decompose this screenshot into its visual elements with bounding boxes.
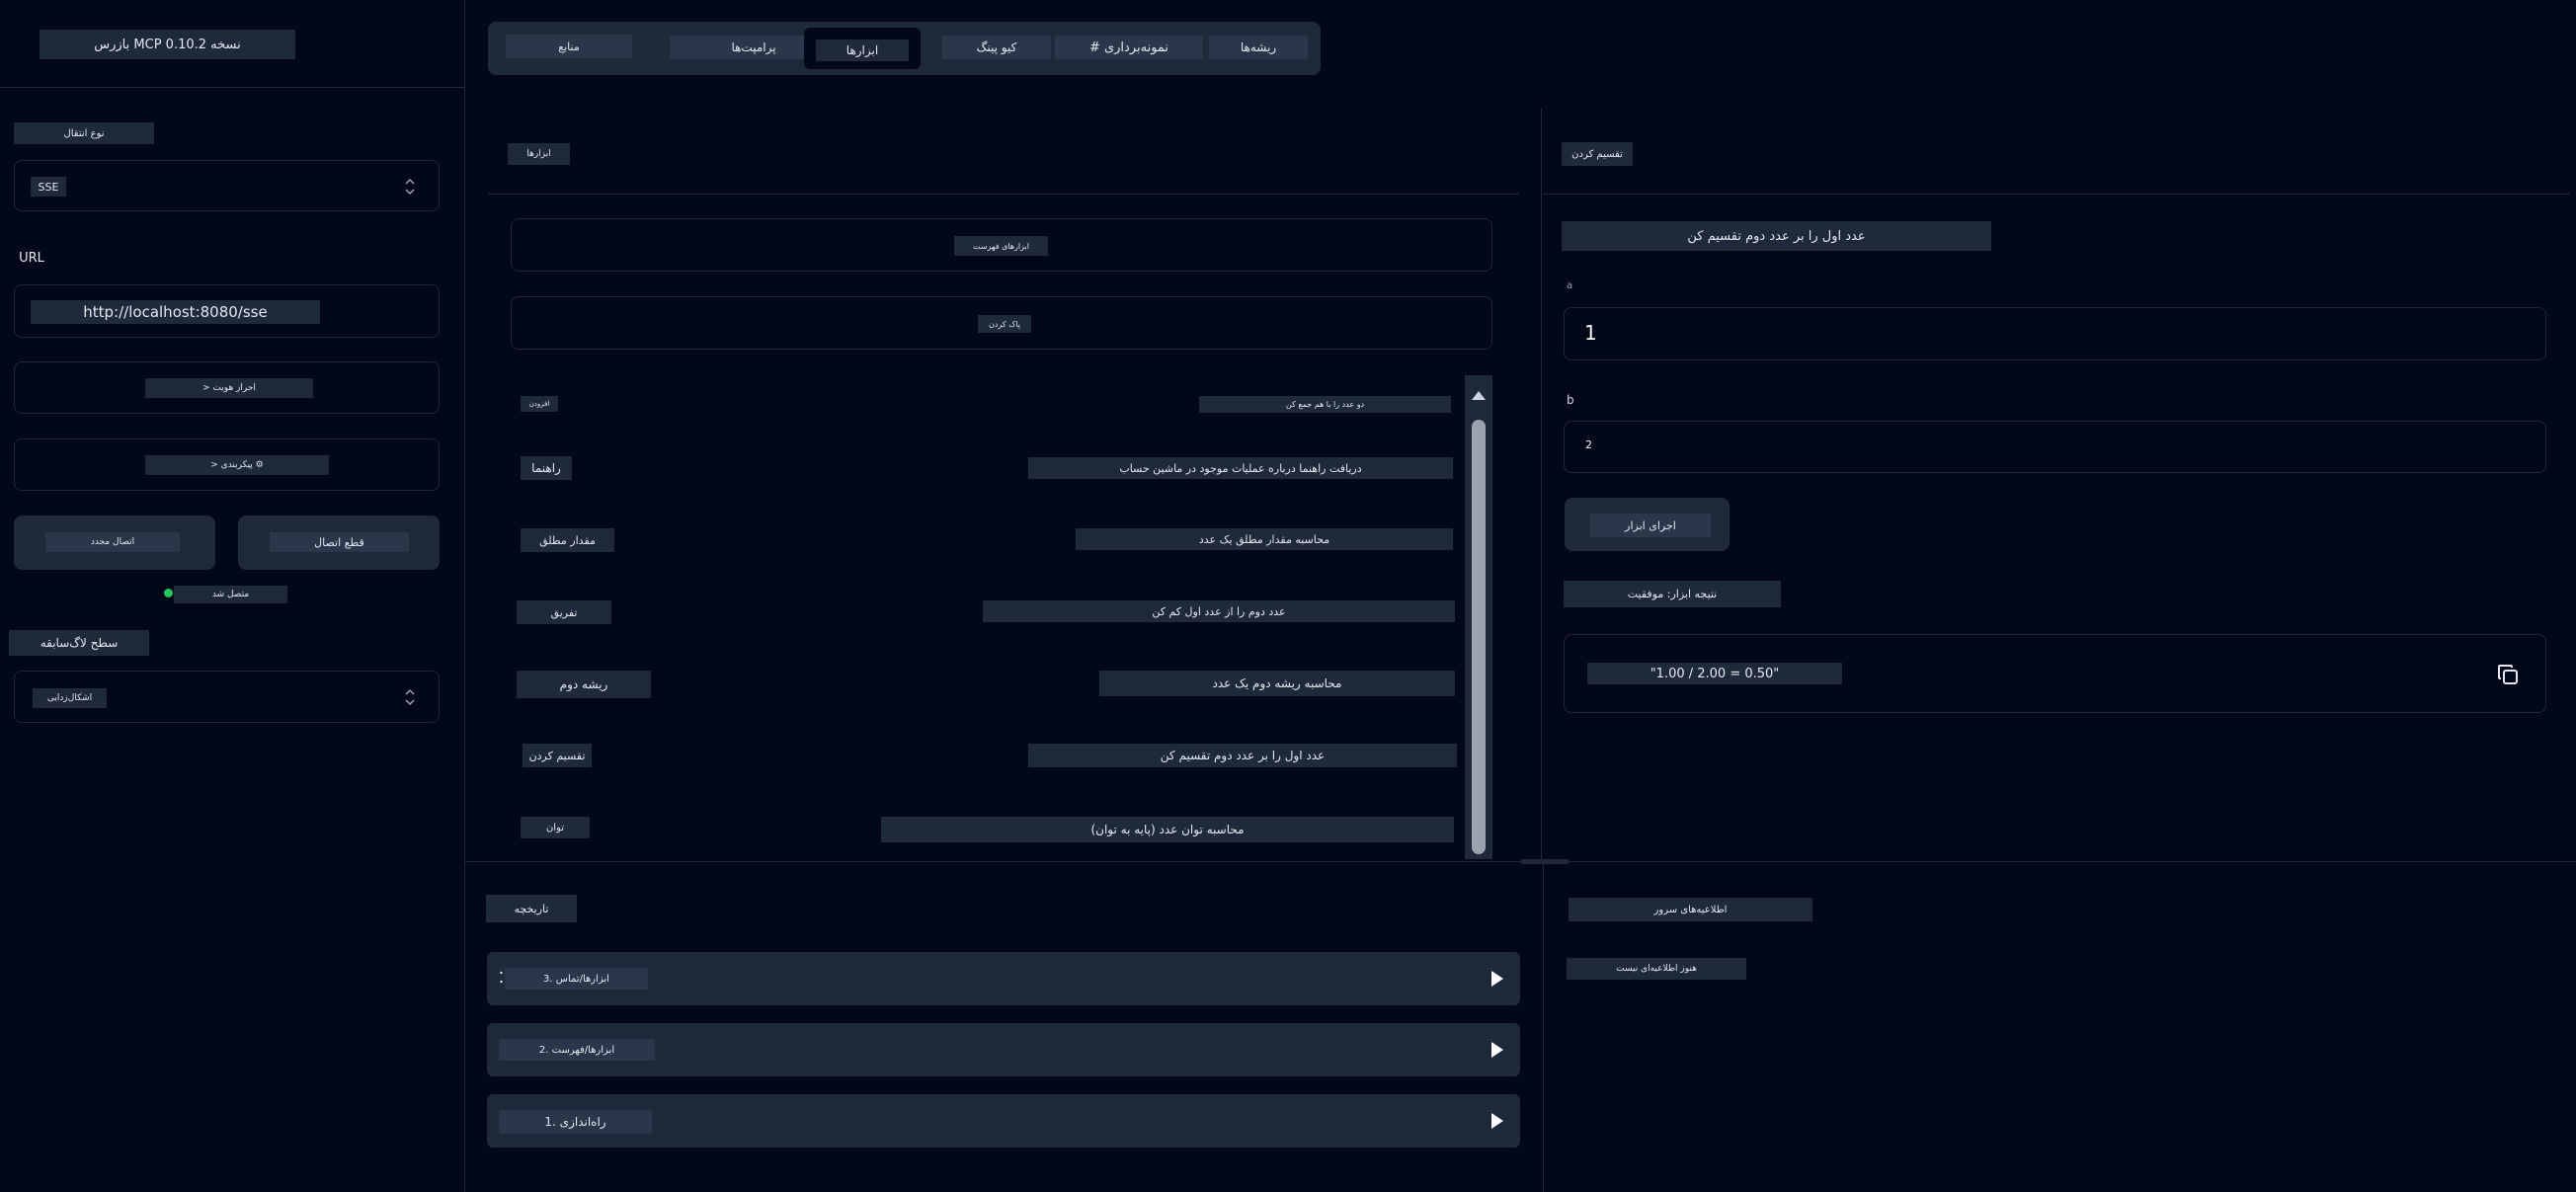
tool-result-label: نتیجه ابزار: موفقیت — [1564, 581, 1781, 607]
tool-detail-title: تقسیم کردن — [1562, 142, 1633, 166]
tool-item-desc: عدد اول را بر عدد دوم تقسیم کن — [1028, 744, 1457, 767]
transport-select[interactable]: SSE — [14, 160, 440, 211]
tab-label: # نمونه‌برداری — [1055, 36, 1203, 59]
list-tools-button-label: ابزارهای فهرست — [954, 236, 1048, 256]
scrollbar-thumb[interactable] — [1472, 420, 1486, 854]
sidebar: بازرس MCP نسخه 0.10.2 نوع انتقال SSE URL… — [0, 0, 464, 1192]
copy-icon[interactable] — [2496, 663, 2520, 686]
tool-result-value: "1.00 / 2.00 = 0.50" — [1587, 663, 1842, 684]
url-label: URL — [19, 250, 44, 266]
run-tool-button-label: اجرای ابزار — [1590, 514, 1711, 537]
app-version-title: بازرس MCP نسخه 0.10.2 — [40, 30, 295, 59]
play-icon[interactable] — [1490, 970, 1504, 988]
config-button-label: > پیکربندی ⚙ — [145, 455, 329, 475]
tools-list: افزودن دو عدد را با هم جمع کن راهنما دری… — [511, 375, 1492, 859]
tab-ping[interactable]: کیو پینگ — [942, 36, 1051, 59]
history-item[interactable]: 1. راه‌اندازی — [487, 1094, 1520, 1148]
scroll-up-arrow-icon[interactable] — [1471, 389, 1487, 401]
history-item-label: 3. ابزارها/تماس — [505, 968, 648, 990]
play-icon[interactable] — [1490, 1112, 1504, 1130]
tab-label: منابع — [506, 35, 632, 58]
tool-detail-description: عدد اول را بر عدد دوم تقسیم کن — [1562, 221, 1991, 251]
history-item-label: 1. راه‌اندازی — [499, 1110, 652, 1134]
chevron-updown-icon — [405, 688, 415, 706]
tab-label: ریشه‌ها — [1209, 36, 1308, 59]
tool-item[interactable]: راهنما دریافت راهنما درباره عملیات موجود… — [511, 435, 1465, 506]
tool-item[interactable]: ریشه دوم محاسبه ریشه دوم یک عدد — [511, 650, 1465, 721]
tool-item-name: افزودن — [521, 396, 558, 412]
param-b-label: b — [1567, 393, 1574, 407]
tools-panel-title: ابزارها — [508, 143, 570, 165]
tab-tools[interactable]: ابزارها — [804, 28, 921, 69]
tab-roots[interactable]: ریشه‌ها — [1209, 36, 1308, 59]
transport-value: SSE — [31, 177, 66, 197]
tool-item-name: توان — [521, 817, 590, 838]
tool-item-name: تفریق — [517, 600, 611, 624]
status-dot — [164, 589, 173, 597]
url-value: http://localhost:8080/sse — [31, 300, 320, 324]
connection-status: متصل شد — [174, 586, 287, 603]
log-level-label: سطح لاگ‌سابقه — [9, 630, 149, 656]
notifications-empty: هنوز اطلاعیه‌ای نیست — [1567, 958, 1746, 980]
clear-tools-button[interactable]: پاک کردن — [511, 296, 1492, 350]
tool-result-box: "1.00 / 2.00 = 0.50" — [1564, 634, 2546, 713]
reconnect-button[interactable]: اتصال مجدد — [14, 516, 215, 570]
history-item-label: 2. ابزارها/فهرست — [499, 1039, 655, 1061]
notifications-title: اطلاعیه‌های سرور — [1569, 898, 1812, 921]
resize-handle[interactable] — [1521, 859, 1569, 864]
tool-item[interactable]: تقسیم کردن عدد اول را بر عدد دوم تقسیم ک… — [511, 721, 1465, 793]
log-level-select[interactable]: اشکال‌زدایی — [14, 671, 440, 723]
play-icon[interactable] — [1490, 1041, 1504, 1059]
param-b-input[interactable]: 2 — [1564, 421, 2546, 473]
history-item[interactable]: 3. ابزارها/تماس — [487, 952, 1520, 1005]
transport-label: نوع انتقال — [14, 122, 154, 144]
param-a-label: a — [1567, 280, 1573, 291]
tool-item-name: مقدار مطلق — [521, 528, 614, 552]
reconnect-button-label: اتصال مجدد — [45, 532, 180, 552]
clear-tools-button-label: پاک کردن — [978, 315, 1031, 333]
tool-item-name: ریشه دوم — [517, 671, 651, 698]
tab-bar: منابع پرامپت‌ها ابزارها کیو پینگ # نمونه… — [488, 22, 1321, 75]
log-level-value: اشکال‌زدایی — [33, 688, 107, 708]
tools-list-scrollbar[interactable] — [1465, 375, 1492, 859]
tool-item-desc: محاسبه توان عدد (پایه به توان) — [881, 817, 1454, 842]
tab-label: ابزارها — [816, 40, 909, 61]
tab-resources[interactable]: منابع — [506, 35, 632, 58]
tool-item-desc: محاسبه مقدار مطلق یک عدد — [1076, 528, 1453, 550]
tool-item-desc: دریافت راهنما درباره عملیات موجود در ماش… — [1028, 457, 1453, 479]
run-tool-button[interactable]: اجرای ابزار — [1565, 498, 1730, 551]
chevron-updown-icon — [405, 178, 415, 196]
tool-item[interactable]: توان محاسبه توان عدد (پایه به توان) — [511, 793, 1465, 859]
auth-button-label: > احراز هویت — [145, 378, 313, 398]
drag-handle-icon — [500, 971, 503, 985]
param-b-value: 2 — [1585, 438, 1592, 451]
tab-sampling[interactable]: # نمونه‌برداری — [1055, 36, 1203, 59]
tool-item-name: تقسیم کردن — [523, 744, 592, 767]
param-a-input[interactable]: 1 — [1564, 307, 2546, 360]
history-title: تاریخچه — [486, 895, 577, 922]
config-button[interactable]: > پیکربندی ⚙ — [14, 438, 440, 491]
history-item[interactable]: 2. ابزارها/فهرست — [487, 1023, 1520, 1076]
disconnect-button[interactable]: قطع اتصال — [238, 516, 440, 570]
tab-label: کیو پینگ — [942, 36, 1051, 59]
tool-item-name: راهنما — [521, 456, 572, 480]
tool-item-desc: عدد دوم را از عدد اول کم کن — [983, 600, 1455, 622]
disconnect-button-label: قطع اتصال — [270, 532, 409, 552]
param-a-value: 1 — [1584, 321, 1597, 345]
tool-item-desc: محاسبه ریشه دوم یک عدد — [1099, 671, 1455, 696]
auth-button[interactable]: > احراز هویت — [14, 361, 440, 414]
url-input[interactable]: http://localhost:8080/sse — [14, 284, 440, 338]
list-tools-button[interactable]: ابزارهای فهرست — [511, 218, 1492, 272]
tool-item[interactable]: مقدار مطلق محاسبه مقدار مطلق یک عدد — [511, 506, 1465, 578]
tool-item[interactable]: افزودن دو عدد را با هم جمع کن — [511, 375, 1465, 435]
tool-item[interactable]: تفریق عدد دوم را از عدد اول کم کن — [511, 578, 1465, 650]
tool-item-desc: دو عدد را با هم جمع کن — [1199, 396, 1451, 413]
